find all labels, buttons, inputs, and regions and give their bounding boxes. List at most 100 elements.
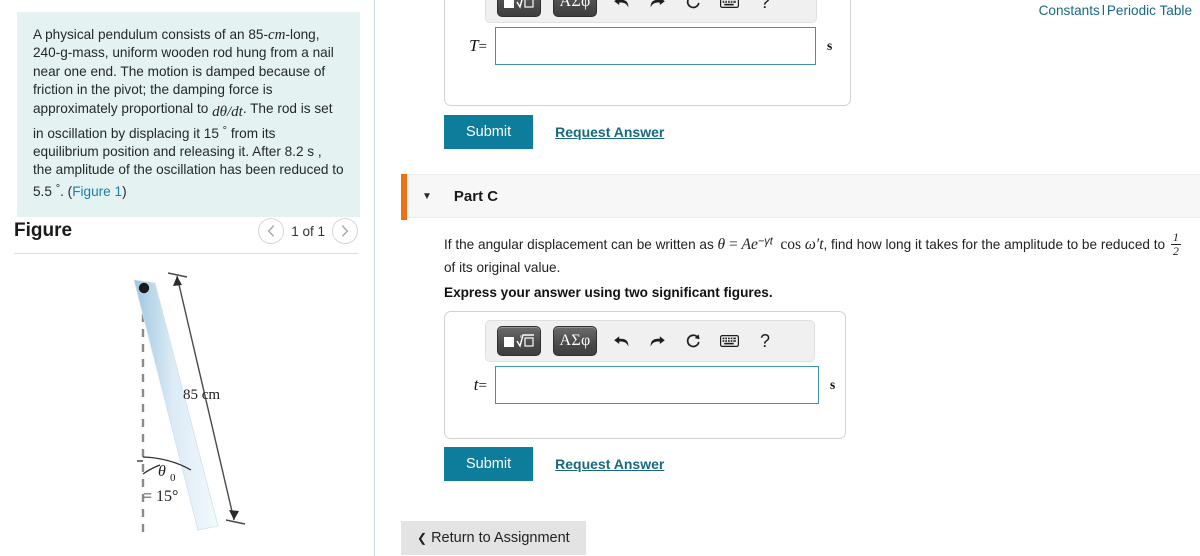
figure-1-link[interactable]: Figure 1 <box>72 184 122 199</box>
omega-symbol: ω <box>804 236 816 254</box>
redo-icon <box>650 0 665 8</box>
left-panel: A physical pendulum consists of an 85-cm… <box>0 0 375 556</box>
chevron-left-icon <box>267 225 275 237</box>
chevron-left-icon: ❮ <box>417 531 428 545</box>
fraction-numerator: 1 <box>1170 230 1181 245</box>
figure-prev-button[interactable] <box>258 218 285 244</box>
return-to-assignment-label: Return to Assignment <box>431 530 570 546</box>
part-c-answer-input[interactable] <box>495 366 819 404</box>
constants-link[interactable]: Constants <box>1039 3 1100 18</box>
undo-button[interactable] <box>609 0 633 15</box>
return-to-assignment-button[interactable]: ❮ Return to Assignment <box>401 521 586 555</box>
header-links: Constants l Periodic Table <box>1039 3 1192 18</box>
part-c-header[interactable]: ▼ Part C <box>401 174 1200 220</box>
dimension-arrow-top <box>173 276 182 286</box>
reset-icon <box>686 0 700 9</box>
keyboard-button[interactable] <box>717 328 741 354</box>
undo-icon <box>613 0 628 8</box>
right-panel: ConstantslPeriodic Table n ΑΣφ <box>376 0 1200 556</box>
figure-divider <box>14 253 358 254</box>
part-a-request-answer-link[interactable]: Request Answer <box>555 124 664 140</box>
part-a-math-toolbar: n ΑΣφ <box>485 0 817 23</box>
undo-icon <box>613 335 628 347</box>
cosine-label: cos <box>780 236 802 254</box>
problem-statement: A physical pendulum consists of an 85-cm… <box>17 12 360 218</box>
question-text-mid: , find how long it takes for the amplitu… <box>823 237 1169 253</box>
part-c-equals: = <box>478 378 487 394</box>
redo-button[interactable] <box>645 328 669 354</box>
figure-navigation: 1 of 1 <box>258 218 358 244</box>
figure-counter: 1 of 1 <box>291 223 325 239</box>
dimension-cap-bottom <box>225 519 246 525</box>
greek-symbols-button[interactable]: ΑΣφ <box>553 326 597 356</box>
part-c-unit: s <box>830 377 836 392</box>
amplitude-A: A <box>741 236 751 254</box>
template-math-button[interactable]: n <box>497 0 541 17</box>
part-a-answer-card: n ΑΣφ <box>444 0 851 106</box>
part-a-variable: T <box>469 36 479 55</box>
theta-subscript-label: 0 <box>170 472 176 484</box>
part-a-submit-row: Submit Request Answer <box>444 115 664 149</box>
figure-header: Figure 1 of 1 <box>12 212 360 254</box>
question-text-post: of its original value. <box>444 260 561 276</box>
fraction-denominator: 2 <box>1172 243 1179 258</box>
question-text-pre: If the angular displacement can be writt… <box>444 237 718 253</box>
exponential-e: e <box>750 236 758 254</box>
triangle-down-icon[interactable]: ▼ <box>422 191 432 202</box>
part-a-answer-row: T= s <box>459 27 832 65</box>
part-c-accent-bar <box>401 174 407 220</box>
undo-button[interactable] <box>609 328 633 354</box>
exponent-gamma-t: −γt <box>757 235 773 248</box>
math-template-icon: n <box>504 334 534 348</box>
math-template-icon: n <box>504 0 534 9</box>
keyboard-icon <box>719 335 739 347</box>
unit-cm: cm <box>268 27 286 43</box>
part-c-question: If the angular displacement can be writt… <box>444 231 1184 278</box>
part-a-answer-input[interactable] <box>495 27 816 65</box>
part-a-equals: = <box>478 39 487 55</box>
theta-zero-label: θ <box>158 463 166 480</box>
part-c-submit-row: Submit Request Answer <box>444 447 664 481</box>
dtheta-dt-expression: dθ/dt <box>212 104 243 121</box>
pivot-nail <box>138 282 150 294</box>
problem-text-1: A physical pendulum consists of an 85- <box>33 27 269 42</box>
help-button[interactable]: ? <box>753 0 777 15</box>
dimension-arrow-bottom <box>229 510 239 520</box>
periodic-table-link[interactable]: Periodic Table <box>1107 3 1192 18</box>
template-math-button[interactable]: n <box>497 326 541 356</box>
redo-icon <box>650 335 665 347</box>
equals-symbol: = <box>728 236 738 254</box>
part-c-instruction: Express your answer using two significan… <box>444 285 773 300</box>
keyboard-icon <box>719 0 739 8</box>
part-c-submit-button[interactable]: Submit <box>444 447 534 481</box>
figure-next-button[interactable] <box>332 218 358 244</box>
part-c-answer-card: n ΑΣφ ? t= s <box>444 311 846 439</box>
part-c-field-label: t= <box>459 375 495 395</box>
part-a-unit: s <box>827 38 833 53</box>
pendulum-diagram-svg: 85 cm θ 0 = 15° <box>133 272 246 536</box>
reset-button[interactable] <box>681 0 705 15</box>
chevron-right-icon <box>341 225 349 237</box>
part-a-field-label: T= <box>459 36 495 56</box>
part-a-submit-button[interactable]: Submit <box>444 115 534 149</box>
problem-text-6: ) <box>122 183 127 199</box>
dt-denominator: dt <box>231 104 243 121</box>
reset-button[interactable] <box>681 328 705 354</box>
one-half-fraction: 12 <box>1170 230 1181 258</box>
rod-length-label: 85 cm <box>183 387 220 403</box>
page-root: A physical pendulum consists of an 85-cm… <box>0 0 1200 556</box>
greek-symbols-button[interactable]: ΑΣφ <box>553 0 597 17</box>
part-c-request-answer-link[interactable]: Request Answer <box>555 456 664 472</box>
problem-text-5: . ( <box>60 183 73 199</box>
part-c-title: Part C <box>453 187 499 205</box>
help-button[interactable]: ? <box>753 328 777 354</box>
part-c-answer-row: t= s <box>459 366 835 404</box>
links-separator: l <box>1101 3 1105 18</box>
pendulum-figure: 85 cm θ 0 = 15° <box>0 258 374 556</box>
dtheta-numerator: dθ <box>212 104 227 121</box>
reset-icon <box>686 334 700 348</box>
redo-button[interactable] <box>645 0 669 15</box>
angle-value-label: = 15° <box>143 488 178 505</box>
part-c-math-toolbar: n ΑΣφ ? <box>485 320 815 362</box>
keyboard-button[interactable] <box>717 0 741 15</box>
